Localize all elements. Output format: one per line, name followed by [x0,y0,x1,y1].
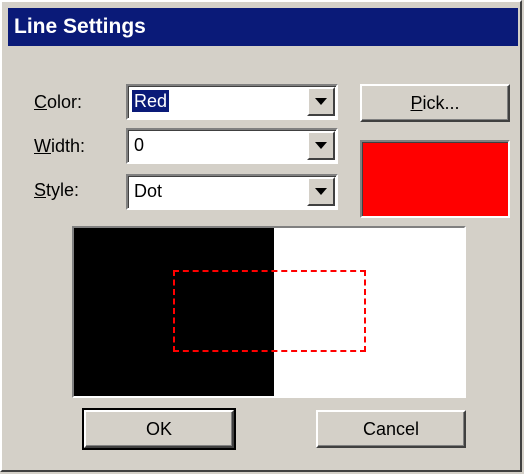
width-label-rest: idth: [51,136,86,156]
dialog-title: Line Settings [8,8,518,46]
preview-dotted-rectangle [173,270,366,352]
color-swatch-fill [362,142,508,216]
line-preview [72,226,466,398]
style-combo-value[interactable]: Dot [132,180,164,202]
ok-button-label: OK [145,419,172,439]
width-dropdown-arrow-icon[interactable] [307,131,335,160]
style-label-accel: S [34,180,47,200]
ok-button[interactable]: OK [82,408,236,450]
color-swatch [360,140,510,218]
width-combo-frame [128,130,336,162]
color-label-rest: olor: [47,92,83,112]
width-label: Width: [34,136,85,157]
style-dropdown-arrow-icon[interactable] [307,177,335,206]
pick-button-rest: ick... [422,93,460,113]
style-label-rest: tyle: [46,180,80,200]
style-combo[interactable]: Dot [126,174,338,210]
width-combo-value[interactable]: 0 [132,134,146,156]
cancel-button-label: Cancel [362,419,420,439]
pick-button-accel: P [410,93,423,113]
pick-button[interactable]: Pick... [360,84,510,122]
cancel-button[interactable]: Cancel [316,410,466,448]
color-dropdown-arrow-icon[interactable] [307,87,335,116]
pick-button-label: Pick... [410,93,459,113]
width-label-accel: W [34,136,51,156]
color-label-accel: C [34,92,47,112]
color-combo-value[interactable]: Red [132,90,170,112]
color-label: Color: [34,92,82,113]
line-settings-dialog: Line Settings Color: Red Width: 0 Style:… [0,0,522,472]
width-combo[interactable]: 0 [126,128,338,164]
style-label: Style: [34,180,79,201]
color-combo[interactable]: Red [126,84,338,120]
